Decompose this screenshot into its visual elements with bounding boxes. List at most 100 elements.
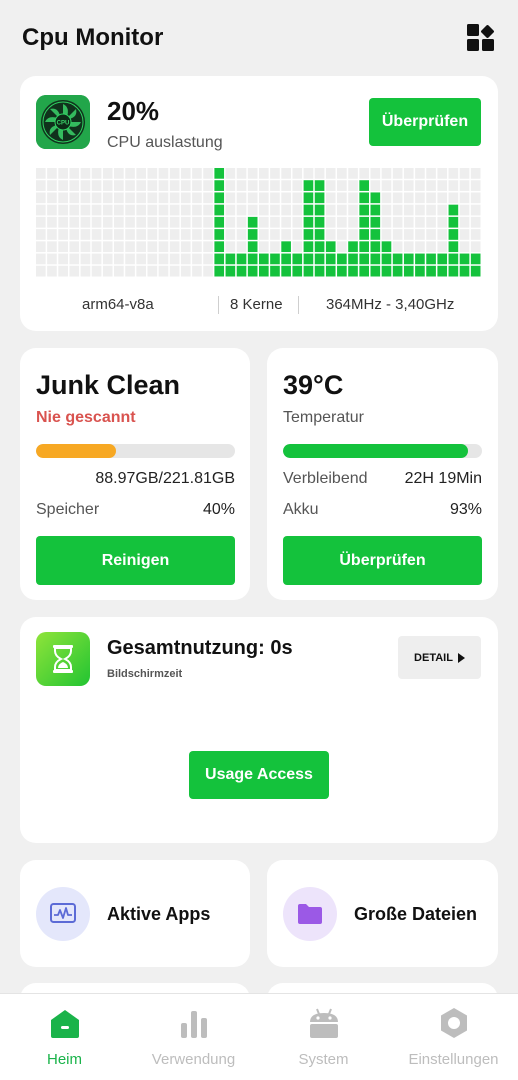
cpu-graph-cell [225,204,236,216]
cpu-graph-cell [36,192,46,204]
cpu-graph-cell [459,168,470,179]
cpu-graph-cell [281,216,291,228]
cpu-graph-cell [247,180,258,191]
cpu-graph-cell [91,253,102,265]
cpu-graph-cell [203,265,213,277]
cpu-graph-cell [236,180,247,191]
cpu-graph-cell [125,229,135,240]
cpu-graph-cell [470,168,481,179]
cpu-graph-cell-active [370,192,381,204]
grid-apps-icon[interactable] [466,23,496,53]
cpu-graph-cell [58,192,68,204]
cpu-graph-cell [259,192,269,204]
cpu-graph-cell [58,241,68,253]
settings-hexagon-icon [441,1008,467,1038]
cpu-graph-cell [125,192,135,204]
cpu-graph-cell [36,253,46,265]
cpu-graph-cell-active [214,192,225,204]
cpu-graph-cell [426,192,436,204]
cpu-graph-cell [370,168,381,179]
cpu-graph-cell-active [247,265,258,277]
cpu-check-button[interactable]: Überprüfen [369,98,481,146]
cpu-graph-cell-active [303,216,314,228]
cpu-graph-cell-active [303,241,314,253]
detail-button[interactable]: DETAIL [398,636,481,679]
folder-icon [283,887,337,941]
cpu-graph-cell [470,241,481,253]
large-files-card[interactable]: Große Dateien [267,860,498,967]
nav-item-usage[interactable]: Verwendung [129,994,258,1080]
cpu-graph-cell [259,229,269,240]
cpu-graph-cell [136,192,146,204]
cpu-graph-cell-active [314,229,325,240]
cpu-graph-cell [125,253,135,265]
activity-monitor-icon [36,887,90,941]
cpu-graph-cell [69,265,80,277]
cpu-graph-cell [147,168,158,179]
cpu-graph-cell [114,229,124,240]
cpu-graph-cell-active [281,241,291,253]
cpu-graph-cell [236,192,247,204]
cpu-graph-cell [69,180,80,191]
cpu-graph-cell [448,180,459,191]
cpu-graph-cell [437,229,448,240]
cpu-graph-cell [403,192,414,204]
cpu-graph-cell-active [314,265,325,277]
cpu-graph-cell [392,168,403,179]
cpu-graph-cell-active [214,204,225,216]
cpu-graph-cell [69,192,80,204]
cpu-graph-cell [69,216,80,228]
cpu-graph-cell-active [381,265,392,277]
cpu-graph-cell [158,168,169,179]
cpu-graph-cell [80,229,91,240]
cpu-graph-cell [325,216,336,228]
cpu-graph-cell [80,241,91,253]
cpu-graph-cell [91,180,102,191]
cpu-graph-cell [125,204,135,216]
nav-item-home[interactable]: Heim [0,994,129,1080]
cpu-graph-cell [69,253,80,265]
battery-check-button[interactable]: Überprüfen [283,536,482,585]
cpu-graph-cell [36,229,46,240]
clean-button[interactable]: Reinigen [36,536,235,585]
nav-label-home: Heim [46,1051,82,1068]
usage-access-button[interactable]: Usage Access [189,751,329,799]
cpu-graph-cell [192,241,202,253]
cpu-graph-cell-active [270,253,280,265]
cpu-graph-cell [203,180,213,191]
cpu-graph-cell [158,216,169,228]
battery-progress-fill [283,444,469,458]
usage-card: Gesamtnutzung: 0s Bildschirmzeit DETAIL … [20,617,498,843]
cpu-graph-cell [437,216,448,228]
home-icon [51,1010,79,1038]
cpu-graph-cell [437,204,448,216]
cpu-graph-cell-active [359,216,369,228]
battery-progress-bar [283,444,482,458]
usage-subtitle: Bildschirmzeit [107,668,183,680]
cpu-graph-cell [437,241,448,253]
cpu-graph-cell-active [337,265,347,277]
cpu-graph-cell-active [247,253,258,265]
cpu-graph-cell [270,216,280,228]
usage-total: Gesamtnutzung: 0s [107,637,293,659]
nav-item-system[interactable]: System [259,994,388,1080]
cpu-graph-cell-active [359,204,369,216]
cpu-graph-cell [91,216,102,228]
cpu-graph-cell-active [225,265,236,277]
battery-value: 93% [449,501,482,518]
cpu-graph-cell [292,204,303,216]
cpu-graph-cell-active [314,192,325,204]
cpu-graph-cell [381,192,392,204]
cpu-graph-cell [158,241,169,253]
cpu-graph-cell [292,216,303,228]
cpu-graph-cell [337,204,347,216]
app-header: Cpu Monitor [0,0,518,76]
cpu-graph-cell [47,204,57,216]
nav-item-settings[interactable]: Einstellungen [389,994,518,1080]
cpu-graph-cell-active [225,253,236,265]
active-apps-card[interactable]: Aktive Apps [20,860,250,967]
cpu-graph-cell-active [214,229,225,240]
cpu-graph-cell-active [381,253,392,265]
cpu-graph-cell-active [459,265,470,277]
cpu-graph-cell-active [281,253,291,265]
